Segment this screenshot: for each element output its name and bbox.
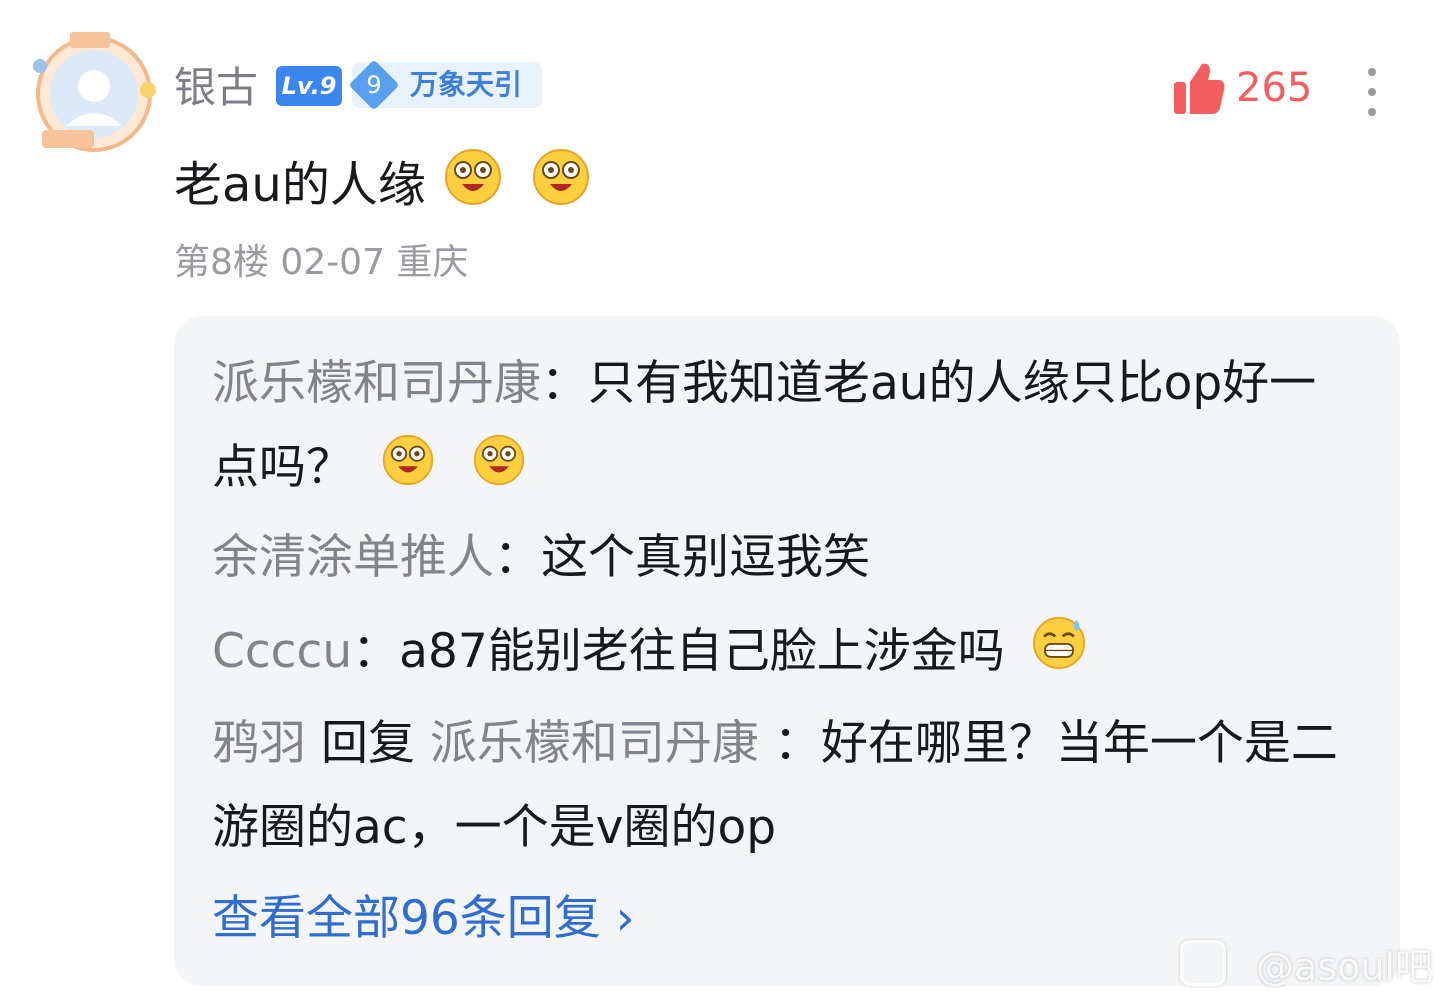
more-options-icon[interactable] [1354,62,1390,122]
watermark-text: @asoul吧 [1256,944,1433,989]
like-button[interactable]: 265 [1172,58,1312,118]
reply-user[interactable]: Ccccu [212,624,352,679]
dizzy-face-emoji [473,429,525,513]
dizzy-face-emoji [382,429,434,513]
reply-item[interactable]: 派乐檬和司丹康：只有我知道老au的人缘只比op好一点吗？ [212,342,1342,513]
reply-item[interactable]: 余清涂单推人：这个真别逗我笑 [212,516,1342,600]
replies-panel[interactable]: 派乐檬和司丹康：只有我知道老au的人缘只比op好一点吗？ 余清涂单推人：这个真别… [174,316,1400,986]
reply-item[interactable]: 鸦羽 回复 派乐檬和司丹康 ：好在哪里？当年一个是二游圈的ac，一个是v圈的op [212,702,1342,870]
floor-number: 第8楼 [174,242,269,283]
fan-medal-level: 9 [366,71,382,99]
avatar-frame-icon [33,32,156,152]
reply-text: 这个真别逗我笑 [541,530,870,585]
reply-separator: ： [494,530,541,585]
reply-text: a87能别老往自己脸上涉金吗 [399,624,1005,679]
reply-user[interactable]: 鸦羽 [212,716,306,771]
reply-separator: ： [352,624,400,679]
reply-separator: ： [773,716,821,771]
avatar[interactable] [28,30,160,156]
reply-target-user[interactable]: 派乐檬和司丹康 [430,716,759,771]
reply-user[interactable]: 派乐檬和司丹康 [212,356,541,411]
comment-text: 老au的人缘 [174,156,426,213]
watermark: @asoul吧 [1180,938,1433,989]
reply-action: 回复 [320,716,415,771]
view-all-replies-link[interactable]: 查看全部96条回复 › [212,884,635,954]
reply-item[interactable]: Ccccu：a87能别老往自己脸上涉金吗 [212,610,1342,697]
thumbs-up-icon [1174,63,1225,114]
comment-body: 老au的人缘 [174,148,590,221]
grin-sweat-emoji [1032,613,1086,697]
comment-meta: 第8楼 02-07 重庆 [174,238,468,288]
username[interactable]: 银古 [174,60,258,116]
tieba-logo-icon [1180,940,1226,986]
fan-medal-name: 万象天引 [410,68,523,101]
comment-location: 重庆 [396,242,469,283]
comment-date: 02-07 [280,242,385,283]
like-count: 265 [1236,65,1313,111]
fan-medal-badge[interactable]: 9 万象天引 [348,59,542,111]
dizzy-face-emoji [444,148,502,221]
level-badge: Lv.9 [276,66,342,106]
reply-separator: ： [541,356,588,411]
dizzy-face-emoji [532,148,590,221]
reply-user[interactable]: 余清涂单推人 [212,530,494,585]
